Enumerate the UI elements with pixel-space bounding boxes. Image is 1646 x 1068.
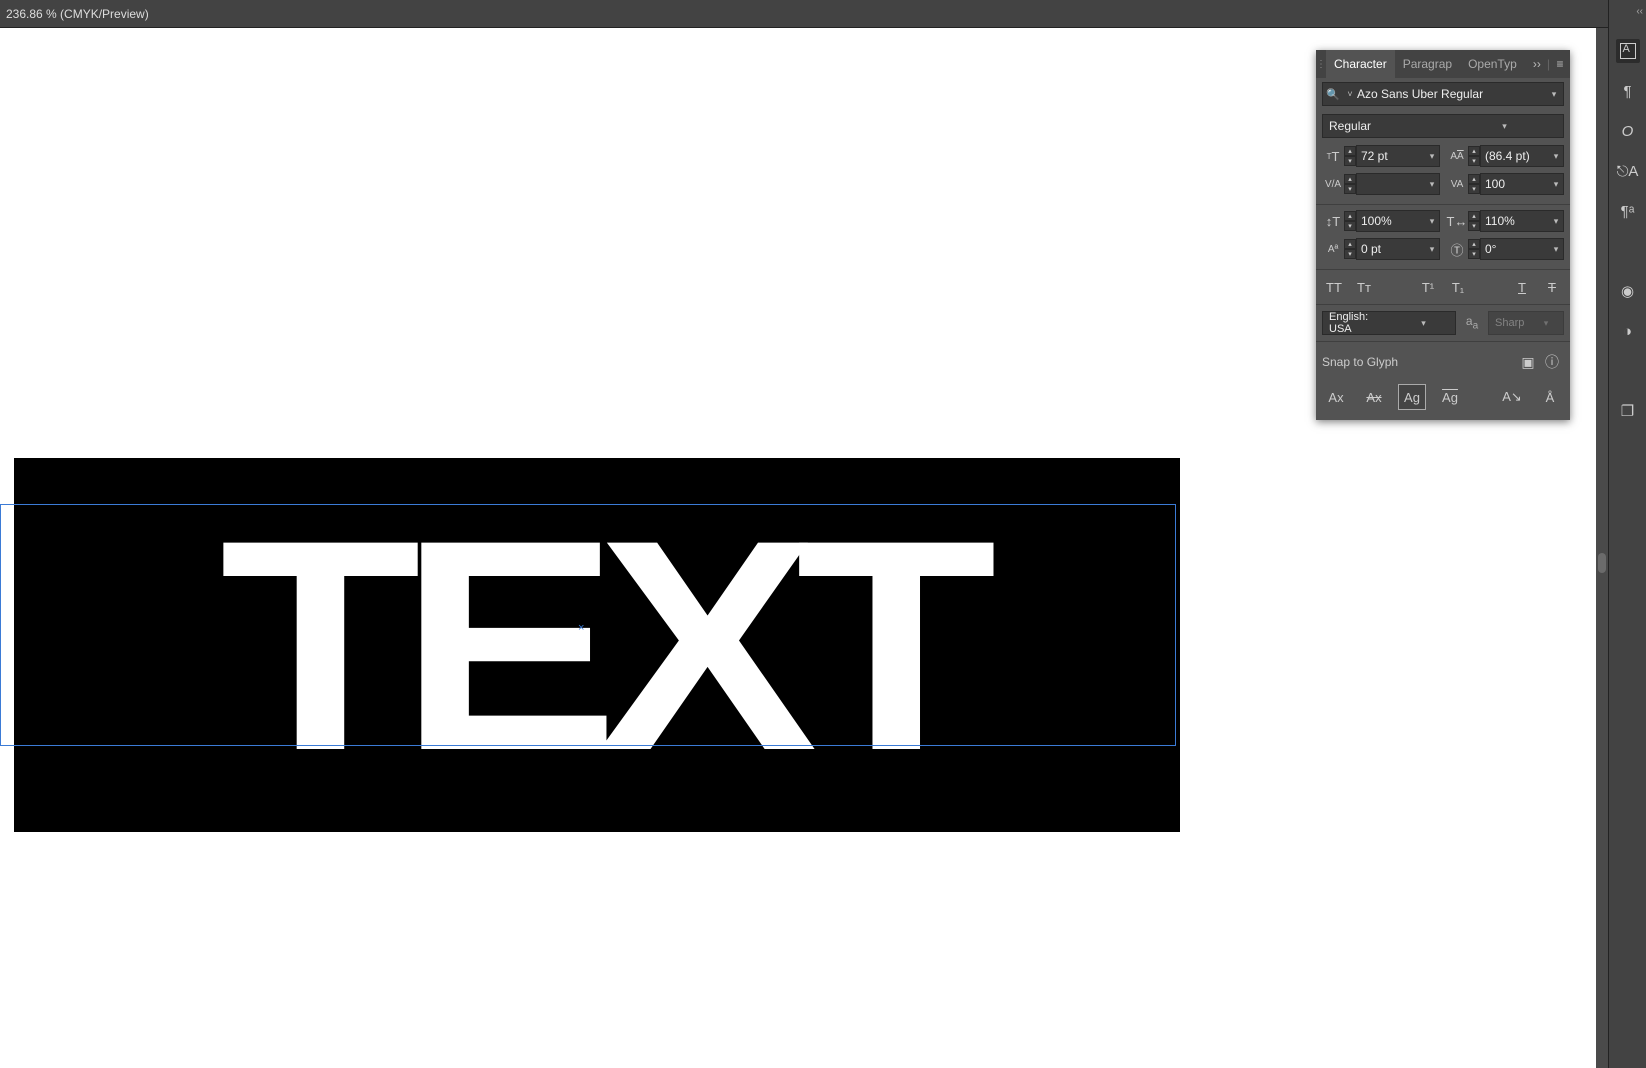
rotation-dropdown-icon[interactable]: ▾ xyxy=(1549,244,1563,255)
paragraph-panel-icon[interactable]: ¶ xyxy=(1616,79,1640,103)
document-tab-label[interactable]: 236.86 % (CMYK/Preview) xyxy=(6,7,149,21)
snap-anchor-button[interactable]: Å xyxy=(1536,384,1564,410)
baseline-shift-input[interactable] xyxy=(1361,242,1425,256)
tab-paragraph[interactable]: Paragrap xyxy=(1395,50,1460,78)
caps-row: TT Tᴛ T¹ T₁ T T xyxy=(1316,272,1570,302)
appearance-panel-icon[interactable]: ◉ xyxy=(1616,279,1640,303)
tracking-icon: VA xyxy=(1446,173,1468,195)
workspace: TEXT × ⋮⋮ Character Paragrap OpenTyp ›› … xyxy=(0,28,1608,1068)
snap-angular-button[interactable]: A↘ xyxy=(1498,384,1526,410)
leading-stepper[interactable]: ▴▾ xyxy=(1468,146,1480,166)
vertical-scale-input[interactable] xyxy=(1361,214,1425,228)
language-dropdown-icon[interactable]: ▾ xyxy=(1392,318,1455,329)
vertical-scale-stepper[interactable]: ▴▾ xyxy=(1344,211,1356,231)
font-style-select[interactable]: Regular ▾ xyxy=(1322,114,1564,138)
tracking-dropdown-icon[interactable]: ▾ xyxy=(1549,179,1563,190)
font-size-dropdown-icon[interactable]: ▾ xyxy=(1425,151,1439,162)
kerning-icon: V/A xyxy=(1322,173,1344,195)
horizontal-scale-input[interactable] xyxy=(1485,214,1549,228)
snap-glyph-bounds-button[interactable]: Ag xyxy=(1398,384,1426,410)
leading-input[interactable] xyxy=(1485,149,1549,163)
language-value: English: USA xyxy=(1329,311,1392,335)
artboards-panel-icon[interactable]: ❐ xyxy=(1616,399,1640,423)
dock-collapse-icon[interactable]: ‹‹ xyxy=(1636,6,1643,17)
panel-grip-icon[interactable]: ⋮⋮ xyxy=(1316,59,1326,70)
antialias-select: Sharp ▾ xyxy=(1488,311,1564,335)
tracking-stepper[interactable]: ▴▾ xyxy=(1468,174,1480,194)
vertical-scale-dropdown-icon[interactable]: ▾ xyxy=(1425,216,1439,227)
snap-proximity-button[interactable]: Ag xyxy=(1436,384,1464,410)
tab-opentype[interactable]: OpenTyp xyxy=(1460,50,1525,78)
rotation-icon: Ⓣ xyxy=(1446,238,1468,260)
document-tab-bar: 236.86 % (CMYK/Preview) xyxy=(0,0,1646,28)
horizontal-scale-stepper[interactable]: ▴▾ xyxy=(1468,211,1480,231)
kerning-dropdown-icon[interactable]: ▾ xyxy=(1425,179,1439,190)
snap-glyph-bounds-icon[interactable]: ▣ xyxy=(1516,354,1540,371)
font-size-icon: TT xyxy=(1322,145,1344,167)
superscript-button[interactable]: T¹ xyxy=(1416,276,1440,298)
search-icon: 🔍 xyxy=(1323,88,1343,101)
artwork-text: TEXT xyxy=(219,495,974,795)
subscript-button[interactable]: T₁ xyxy=(1446,276,1470,298)
text-object[interactable]: TEXT xyxy=(14,458,1180,832)
scrollbar-thumb-vertical[interactable] xyxy=(1598,553,1606,573)
font-size-stepper[interactable]: ▴▾ xyxy=(1344,146,1356,166)
snap-info-icon[interactable]: ⓘ xyxy=(1540,352,1564,372)
right-panel-dock: ‹‹ ¶ O ⎋A ¶ᵃ ◉ ◑ ❐ xyxy=(1608,0,1646,1068)
strikethrough-button[interactable]: T xyxy=(1540,276,1564,298)
antialias-dropdown-icon: ▾ xyxy=(1529,318,1563,329)
underline-button[interactable]: T xyxy=(1510,276,1534,298)
panel-menu-icon[interactable]: ≡ xyxy=(1550,57,1570,71)
small-caps-button[interactable]: Tᴛ xyxy=(1352,276,1376,298)
antialias-value: Sharp xyxy=(1495,317,1529,329)
leading-dropdown-icon[interactable]: ▾ xyxy=(1549,151,1563,162)
character-panel-icon[interactable] xyxy=(1616,39,1640,63)
kerning-input[interactable] xyxy=(1361,177,1425,191)
baseline-shift-stepper[interactable]: ▴▾ xyxy=(1344,239,1356,259)
snap-baseline-button[interactable]: Ax xyxy=(1322,384,1350,410)
scrollbar-track xyxy=(1596,28,1608,1068)
opentype-panel-icon[interactable]: O xyxy=(1616,119,1640,143)
font-family-field[interactable]: 🔍 ˅ ▾ xyxy=(1322,82,1564,106)
panel-collapse-icon[interactable]: ›› xyxy=(1527,57,1547,71)
rotation-stepper[interactable]: ▴▾ xyxy=(1468,239,1480,259)
baseline-shift-dropdown-icon[interactable]: ▾ xyxy=(1425,244,1439,255)
snap-xheight-button[interactable]: Ax xyxy=(1360,384,1388,410)
tracking-input[interactable] xyxy=(1485,177,1549,191)
leading-icon: AA xyxy=(1446,145,1468,167)
font-style-dropdown-icon[interactable]: ▾ xyxy=(1446,121,1563,132)
graphic-styles-panel-icon[interactable]: ◑ xyxy=(1616,319,1640,343)
tab-character[interactable]: Character xyxy=(1326,50,1395,78)
horizontal-scale-icon: T↔ xyxy=(1446,210,1468,232)
paragraph-styles-panel-icon[interactable]: ¶ᵃ xyxy=(1616,199,1640,223)
snap-glyph-options: Ax Ax Ag Ag A↘ Å xyxy=(1316,380,1570,420)
glyphs-panel-icon[interactable]: ⎋A xyxy=(1616,159,1640,183)
font-size-input[interactable] xyxy=(1361,149,1425,163)
panel-tab-strip: ⋮⋮ Character Paragrap OpenTyp ›› | ≡ xyxy=(1316,50,1570,78)
character-panel: ⋮⋮ Character Paragrap OpenTyp ›› | ≡ 🔍 ˅… xyxy=(1316,50,1570,420)
all-caps-button[interactable]: TT xyxy=(1322,276,1346,298)
horizontal-scale-dropdown-icon[interactable]: ▾ xyxy=(1549,216,1563,227)
snap-to-glyph-label: Snap to Glyph xyxy=(1322,355,1516,369)
rotation-input[interactable] xyxy=(1485,242,1549,256)
font-filter-chevron-icon[interactable]: ˅ xyxy=(1343,89,1357,99)
font-family-dropdown-icon[interactable]: ▾ xyxy=(1545,89,1563,100)
font-style-value: Regular xyxy=(1329,119,1446,133)
language-select[interactable]: English: USA ▾ xyxy=(1322,311,1456,335)
antialias-icon: aa xyxy=(1462,314,1482,331)
vertical-scale-icon: ↕T xyxy=(1322,210,1344,232)
kerning-stepper[interactable]: ▴▾ xyxy=(1344,174,1356,194)
font-family-input[interactable] xyxy=(1357,87,1545,101)
baseline-shift-icon: Aª xyxy=(1322,238,1344,260)
